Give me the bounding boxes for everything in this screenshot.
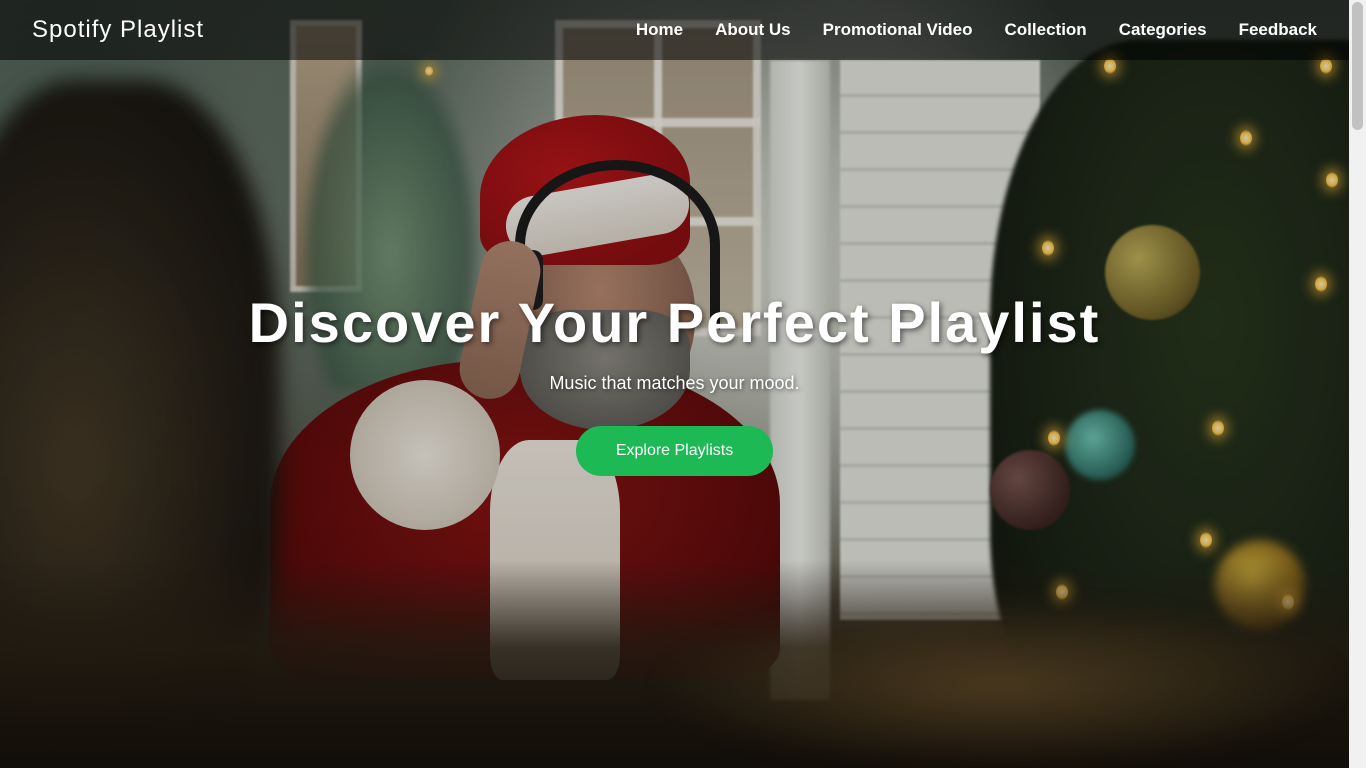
scrollbar-thumb[interactable] [1352, 2, 1363, 130]
hero-subtitle: Music that matches your mood. [549, 373, 800, 393]
page-scrollbar[interactable] [1349, 0, 1366, 768]
nav-item-promotional-video: Promotional Video [823, 20, 973, 40]
nav-link-collection[interactable]: Collection [1005, 20, 1087, 39]
nav-item-home: Home [636, 20, 683, 40]
nav-links: Home About Us Promotional Video Collecti… [636, 20, 1317, 40]
page: Spotify Playlist Home About Us Promotion… [0, 0, 1366, 768]
explore-playlists-button[interactable]: Explore Playlists [575, 426, 774, 476]
nav-link-feedback[interactable]: Feedback [1239, 20, 1317, 39]
nav-link-about-us[interactable]: About Us [715, 20, 791, 39]
nav-link-promotional-video[interactable]: Promotional Video [823, 20, 973, 39]
nav-item-about-us: About Us [715, 20, 791, 40]
brand-logo-link[interactable]: Spotify Playlist [32, 16, 204, 44]
nav-item-categories: Categories [1119, 20, 1207, 40]
nav-link-categories[interactable]: Categories [1119, 20, 1207, 39]
hero-content: Discover Your Perfect Playlist Music tha… [0, 290, 1349, 476]
nav-item-collection: Collection [1005, 20, 1087, 40]
nav-item-feedback: Feedback [1239, 20, 1317, 40]
navbar: Spotify Playlist Home About Us Promotion… [0, 0, 1349, 60]
hero-title: Discover Your Perfect Playlist [248, 291, 1101, 354]
nav-link-home[interactable]: Home [636, 20, 683, 39]
